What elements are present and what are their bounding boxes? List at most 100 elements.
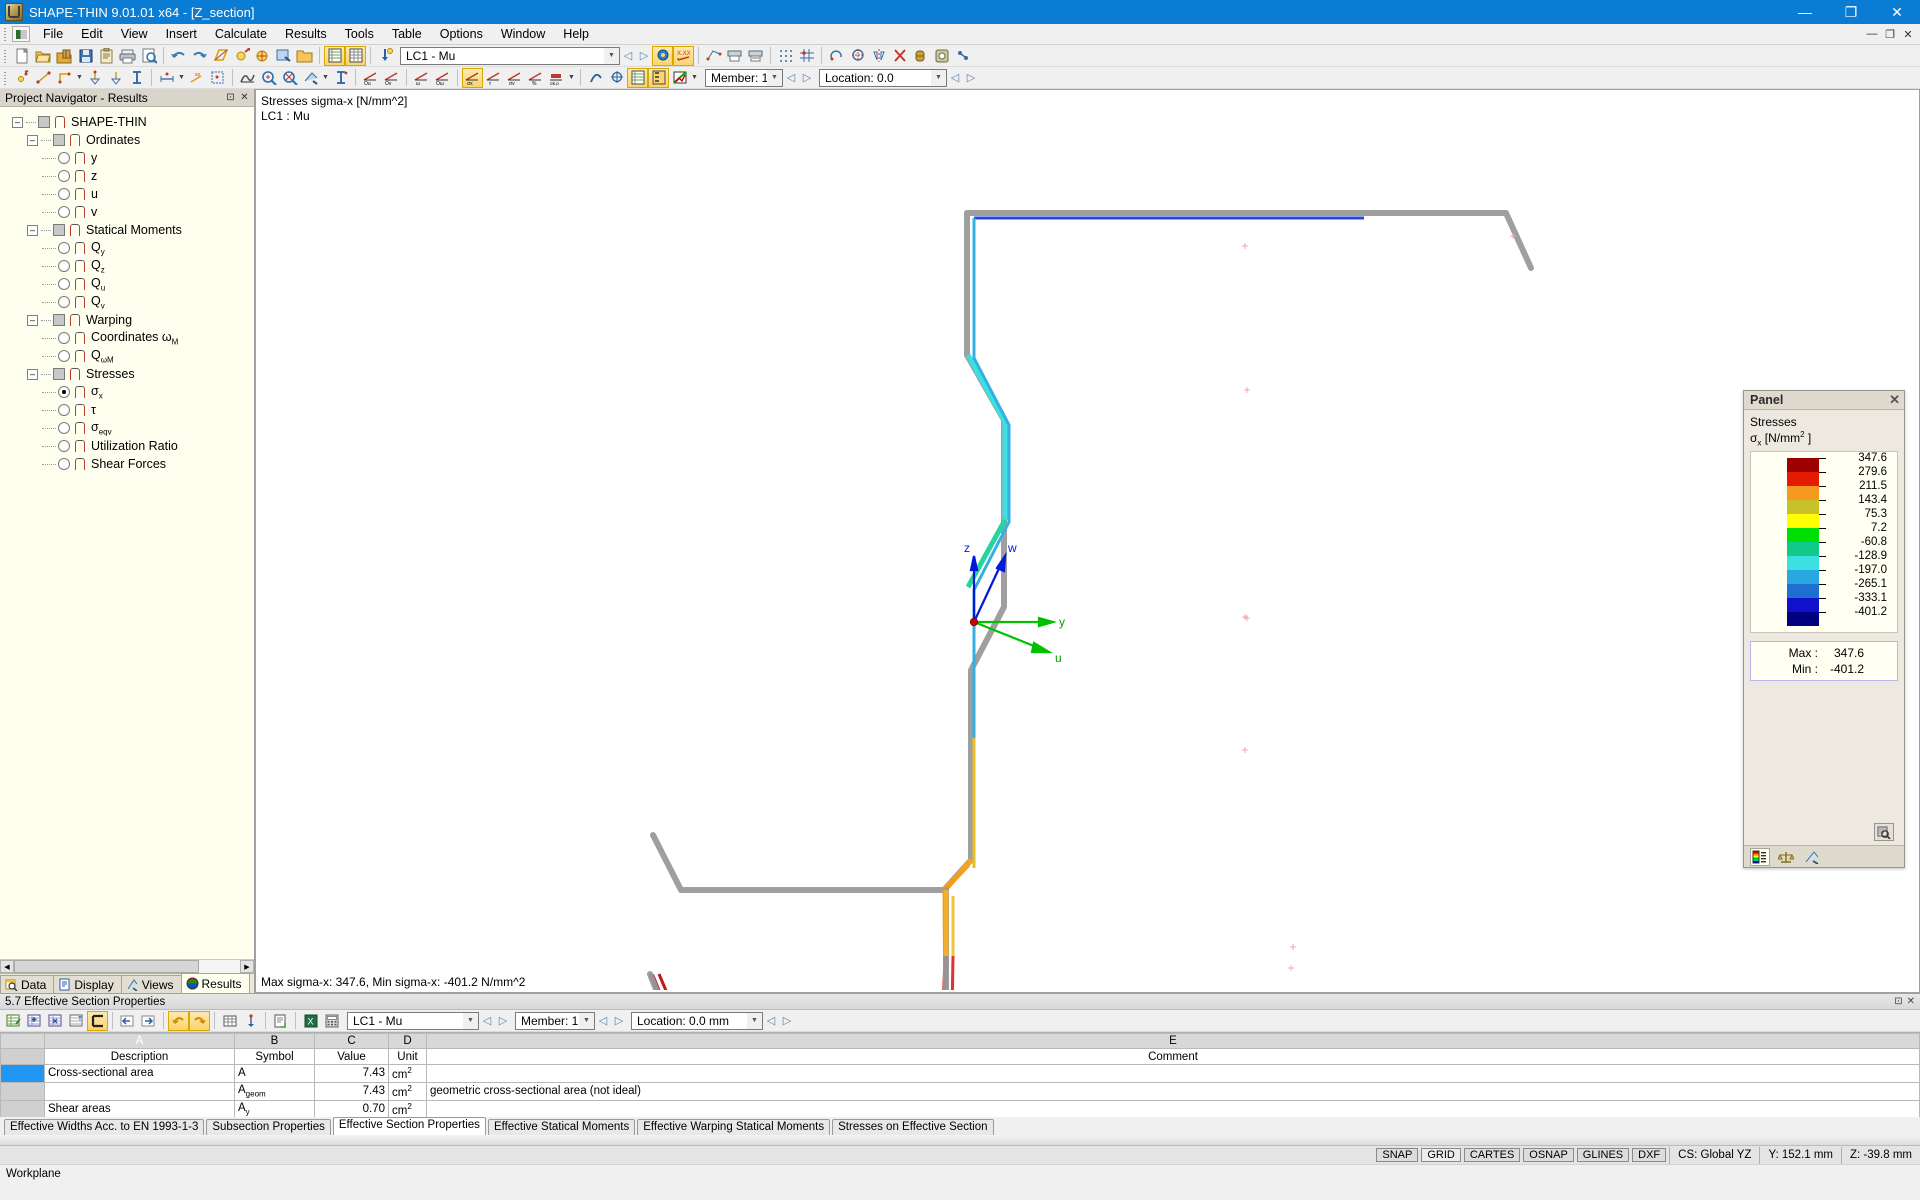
properties-table-container[interactable]: A B C D E Description Symbol Value Unit Comm… (0, 1032, 1920, 1117)
table-insert-row-icon[interactable] (24, 1011, 45, 1031)
redo-icon[interactable] (189, 46, 210, 66)
section-profile-icon[interactable] (330, 68, 351, 88)
color-dropdown[interactable]: ▼ (690, 68, 699, 88)
print-icon[interactable] (117, 46, 138, 66)
tree-radio[interactable] (58, 386, 70, 398)
panel-toggle-icon[interactable] (648, 67, 669, 88)
tree-radio[interactable] (58, 350, 70, 362)
table-list-icon[interactable] (324, 45, 345, 66)
view-factor-icon[interactable] (1802, 848, 1822, 866)
prev-location-button[interactable]: ◁ (947, 69, 963, 87)
toolbar1-grip[interactable] (2, 47, 9, 64)
menu-tools[interactable]: Tools (336, 25, 383, 43)
tree-item-qz[interactable]: Qz (8, 257, 254, 275)
tree-item-qv[interactable]: Qv (8, 293, 254, 311)
table-load-case-chevron-down-icon[interactable]: ▼ (463, 1012, 478, 1029)
table-move-left-icon[interactable] (117, 1011, 138, 1031)
result-render-icon[interactable] (652, 45, 673, 66)
table-cell-unit[interactable]: cm2 (388, 1081, 427, 1101)
result-qv-icon[interactable]: Qv (381, 68, 402, 88)
tree-item-z[interactable]: z (8, 167, 254, 185)
grid-dots-icon[interactable] (775, 46, 796, 66)
tree-item-shape-thin[interactable]: – SHAPE-THIN (8, 113, 254, 131)
table-undo-icon[interactable] (168, 1010, 189, 1031)
tree-item-x[interactable]: σx (8, 383, 254, 401)
coordinate-xx-icon[interactable]: xx (186, 68, 207, 88)
mdi-close-button[interactable]: ✕ (1900, 26, 1916, 42)
table-location-chevron-down-icon[interactable]: ▼ (747, 1012, 762, 1029)
col-e[interactable]: E (426, 1033, 1920, 1049)
tree-radio[interactable] (58, 260, 70, 272)
col-b[interactable]: B (234, 1033, 315, 1049)
menu-window[interactable]: Window (492, 25, 554, 43)
table-cell-description[interactable]: Shear areas (44, 1099, 235, 1117)
table-cell-value[interactable]: 0.70 (314, 1099, 389, 1117)
tree-item-statical-moments[interactable]: – Statical Moments (8, 221, 254, 239)
navigator-tab-display[interactable]: Display (53, 975, 122, 993)
mdi-maximize-button[interactable]: ❐ (1882, 26, 1898, 42)
tree-expander[interactable]: – (27, 368, 38, 380)
grid-snap-icon[interactable] (796, 46, 817, 66)
scroll-track[interactable] (14, 960, 240, 973)
support-icon[interactable] (84, 68, 105, 88)
close-button[interactable]: ✕ (1874, 0, 1920, 24)
dimension-dropdown[interactable]: ▼ (177, 68, 186, 88)
menu-help[interactable]: Help (554, 25, 598, 43)
result-omega-icon[interactable]: ω (411, 68, 432, 88)
status-toggle-snap[interactable]: SNAP (1376, 1147, 1419, 1162)
navigator-tab-data[interactable]: Data (0, 975, 55, 993)
zoom-out-icon[interactable] (279, 68, 300, 88)
result-sigma-v-icon[interactable]: σv (504, 68, 525, 88)
open-package-icon[interactable] (54, 46, 75, 66)
new-element-dropdown[interactable]: ▼ (75, 68, 84, 88)
mirror-icon[interactable] (868, 46, 889, 66)
dimension-icon[interactable] (156, 68, 177, 88)
color-legend[interactable]: 347.6 279.6 211.5 143.4 75.3 7.2 -60.8 -128.9 -1… (1750, 451, 1898, 634)
circle-node-icon[interactable] (252, 46, 273, 66)
table-cell-comment[interactable]: geometric cross-sectional area (not idea… (426, 1081, 1920, 1101)
table-member-chevron-down-icon[interactable]: ▼ (579, 1012, 594, 1029)
next-location-button[interactable]: ▷ (963, 69, 979, 87)
folder-open-icon[interactable] (294, 46, 315, 66)
table-cell-description[interactable] (44, 1081, 235, 1101)
tree-radio[interactable] (58, 188, 70, 200)
toolbar2-grip[interactable] (2, 69, 9, 86)
table-row-header[interactable] (0, 1064, 45, 1083)
load-case-icon[interactable] (375, 46, 396, 66)
table-prev-load-case-button[interactable]: ◁ (479, 1012, 495, 1030)
panel-close-icon[interactable]: ✕ (1889, 392, 1900, 408)
table-cell-comment[interactable] (426, 1099, 1920, 1117)
tree-item-warping[interactable]: – Warping (8, 311, 254, 329)
table-panel-icon[interactable] (627, 67, 648, 88)
menu-calculate[interactable]: Calculate (206, 25, 276, 43)
table-tab-effective-statical-moments[interactable]: Effective Statical Moments (487, 1119, 636, 1135)
tree-expander[interactable]: – (27, 224, 38, 236)
table-settings-icon[interactable] (240, 1011, 261, 1031)
calculator-icon[interactable] (321, 1011, 342, 1031)
menu-drag-grip[interactable] (2, 26, 9, 42)
undo-icon[interactable] (168, 46, 189, 66)
minimize-button[interactable]: — (1782, 0, 1828, 24)
status-toggle-grid[interactable]: GRID (1421, 1147, 1461, 1162)
chevron-down-icon[interactable]: ▼ (604, 47, 619, 64)
deformation-icon[interactable] (585, 68, 606, 88)
table-edit-icon[interactable] (3, 1011, 24, 1031)
table-cell-symbol[interactable]: A (234, 1064, 315, 1083)
tree-item-y[interactable]: y (8, 149, 254, 167)
tree-item-qu[interactable]: Qu (8, 275, 254, 293)
status-toggle-osnap[interactable]: OSNAP (1523, 1147, 1574, 1162)
scroll-left-button[interactable]: ◀ (0, 960, 14, 973)
rotate-icon[interactable] (826, 46, 847, 66)
select-window-icon[interactable] (273, 46, 294, 66)
new-line-icon[interactable] (33, 68, 54, 88)
tree-checkbox[interactable] (38, 116, 50, 128)
tree-item-stresses[interactable]: – Stresses (8, 365, 254, 383)
extrude-icon[interactable] (910, 46, 931, 66)
table-move-right-icon[interactable] (138, 1011, 159, 1031)
table-tab-stresses-on-effective-section[interactable]: Stresses on Effective Section (832, 1119, 994, 1135)
table-redo-icon[interactable] (189, 1010, 210, 1031)
table-select-column-icon[interactable] (87, 1010, 108, 1031)
table-tab-effective-section-properties[interactable]: Effective Section Properties (332, 1117, 486, 1135)
tree-radio[interactable] (58, 278, 70, 290)
new-document-icon[interactable] (12, 46, 33, 66)
